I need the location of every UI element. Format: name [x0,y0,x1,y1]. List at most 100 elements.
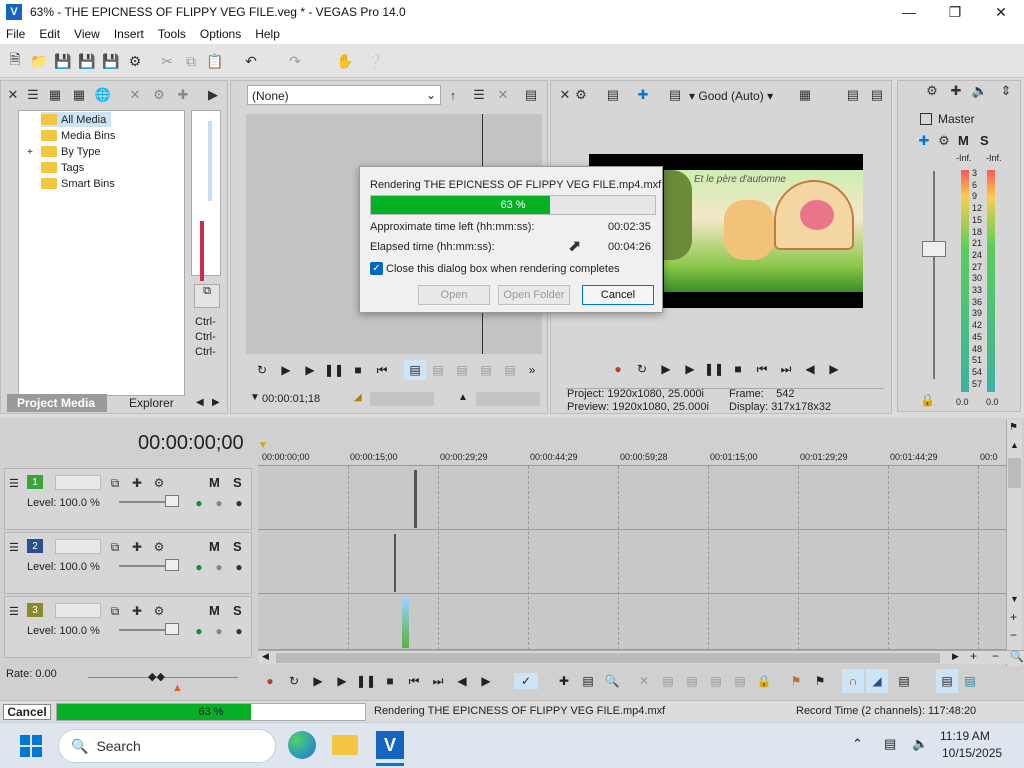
zoom-icon[interactable]: ▲ [458,392,468,403]
vegas-taskbar-icon[interactable]: V [376,731,404,759]
save-as-icon[interactable]: 💾 [78,52,96,70]
play-from-start-icon[interactable]: ▶ [278,362,294,378]
level-knob[interactable] [165,623,179,635]
auto-crossfade-icon[interactable]: ◢ [866,669,888,693]
record-icon[interactable]: ● [610,361,626,377]
master-fader-knob[interactable] [922,241,946,257]
speaker-icon[interactable]: 🔈 [972,83,988,99]
scroll-down-icon[interactable]: ▼ [1010,594,1019,604]
menu-help[interactable]: Help [255,27,280,41]
track-motion-icon[interactable]: ⧉ [107,475,123,491]
paste-icon[interactable]: 📋 [206,52,224,70]
loop-icon[interactable]: ↻ [634,361,650,377]
play-icon[interactable]: ▶ [682,361,698,377]
tab-explorer[interactable]: Explorer [115,394,185,412]
marker-flag-icon[interactable]: ⚑ [1009,422,1018,433]
insert-bus-icon[interactable]: ⇕ [998,83,1014,99]
copy-snapshot-icon[interactable]: ▤ [845,87,861,103]
compositing-icon[interactable]: ✚ [129,603,145,619]
prev-frame-icon[interactable]: ◀ [802,361,818,377]
open-folder-button[interactable]: Open Folder [498,285,570,305]
zoom-out-icon[interactable]: − [1010,628,1017,642]
track-name-field[interactable] [55,603,101,618]
tab-project-media[interactable]: Project Media [7,394,107,412]
track-name-field[interactable] [55,539,101,554]
get-media-icon[interactable]: ▦ [71,87,87,103]
play-from-start-icon[interactable]: ▶ [658,361,674,377]
tray-chevron-up-icon[interactable]: ⌃ [852,736,863,752]
event-clip-3[interactable] [402,598,409,648]
more-icon[interactable]: » [524,362,540,378]
cancel-button[interactable]: Cancel [582,285,654,305]
envelope-tool-icon[interactable]: ✚ [556,673,572,689]
delete-icon[interactable]: ✕ [636,673,652,689]
trimmer-dropdown[interactable]: (None) ⌄ [247,85,441,105]
menu-options[interactable]: Options [200,27,241,41]
level-knob[interactable] [165,559,179,571]
maximize-icon[interactable]: ❐ [932,0,978,24]
mute-button[interactable]: M [209,539,220,554]
zoom-tool-icon[interactable]: 🔍 [604,673,620,689]
solo-button[interactable]: S [233,539,242,554]
selection-tool-icon[interactable]: ▤ [580,673,596,689]
h-zoom-out-icon[interactable]: − [992,649,999,663]
rate-knob-icon[interactable]: ◆◆ [148,670,165,683]
cut-icon[interactable]: ✂ [158,52,176,70]
compositing-icon[interactable]: ✚ [129,475,145,491]
go-to-end-icon[interactable]: ⏭ [778,361,794,377]
clock-time[interactable]: 11:19 AM [940,729,990,743]
trim-icon[interactable]: ▤ [660,673,676,689]
composite-mode-icon[interactable]: ● [191,559,207,575]
pause-icon[interactable]: ❚❚ [324,362,344,378]
tree-item-by-type[interactable]: By Type [41,144,101,159]
track-motion-icon[interactable]: ⧉ [107,603,123,619]
remove-icon[interactable]: ✕ [495,87,511,103]
scroll-left-icon[interactable]: ◀ [262,651,269,662]
add-to-timeline-icon[interactable]: ▤ [404,360,426,380]
save-snapshot-icon[interactable]: ▤ [869,87,885,103]
track-fx-icon[interactable]: ⚙ [151,475,167,491]
file-explorer-icon[interactable] [332,735,358,755]
stop-icon[interactable]: ■ [730,361,746,377]
master-fx-icon[interactable]: ⚙ [936,133,952,149]
minimize-icon[interactable]: — [886,0,932,24]
copy-frame-icon[interactable]: ▤ [523,87,539,103]
redo-icon[interactable]: ↷ [286,52,304,70]
import-media-icon[interactable]: ☰ [25,87,41,103]
clear-list-icon[interactable]: ☰ [471,87,487,103]
properties-icon[interactable]: ✚ [175,87,191,103]
snapping-icon[interactable]: ∩ [842,669,864,693]
downmix-icon[interactable]: ✚ [948,83,964,99]
collapse-icon[interactable]: ☰ [9,605,19,618]
capture-icon[interactable]: ▦ [47,87,63,103]
panel-close-icon[interactable]: ✕ [557,87,573,103]
mask-icon[interactable]: ● [231,495,247,511]
abc-icon[interactable]: ↑ [445,87,461,103]
tree-item-tags[interactable]: Tags [41,160,84,175]
tree-item-media-bins[interactable]: Media Bins [41,128,115,143]
menu-file[interactable]: File [6,27,25,41]
ignore-grouping-icon[interactable]: ▤ [962,673,978,689]
stop-icon[interactable]: ■ [350,362,366,378]
lock-icon[interactable]: 🔒 [920,393,935,407]
collapse-icon[interactable]: ☰ [9,541,19,554]
network-icon[interactable]: ▤ [884,736,896,752]
next-frame-icon[interactable]: ▶ [478,673,494,689]
play-from-start-icon[interactable]: ▶ [310,673,326,689]
expand-arrow-icon[interactable]: ▶ [205,87,221,103]
go-to-start-icon[interactable]: ⏮ [754,361,770,377]
mask-icon[interactable]: ● [231,559,247,575]
remove-icon[interactable]: ✕ [127,87,143,103]
open-button[interactable]: Open [418,285,490,305]
pan-icon[interactable]: ✚ [916,133,932,149]
track-name-field[interactable] [55,475,101,490]
split-icon[interactable]: ▤ [732,673,748,689]
taskbar-search[interactable]: 🔍 Search [58,729,276,763]
overlays-icon[interactable]: ▤ [667,87,683,103]
track-motion-icon[interactable]: ⧉ [107,539,123,555]
grid-icon[interactable]: ▦ [797,87,813,103]
parent-icon[interactable]: ● [211,495,227,511]
tree-item-all-media[interactable]: All Media [41,112,111,127]
event-clip-1[interactable] [414,470,417,528]
tab-scroll-left-icon[interactable]: ◀ [196,397,204,408]
